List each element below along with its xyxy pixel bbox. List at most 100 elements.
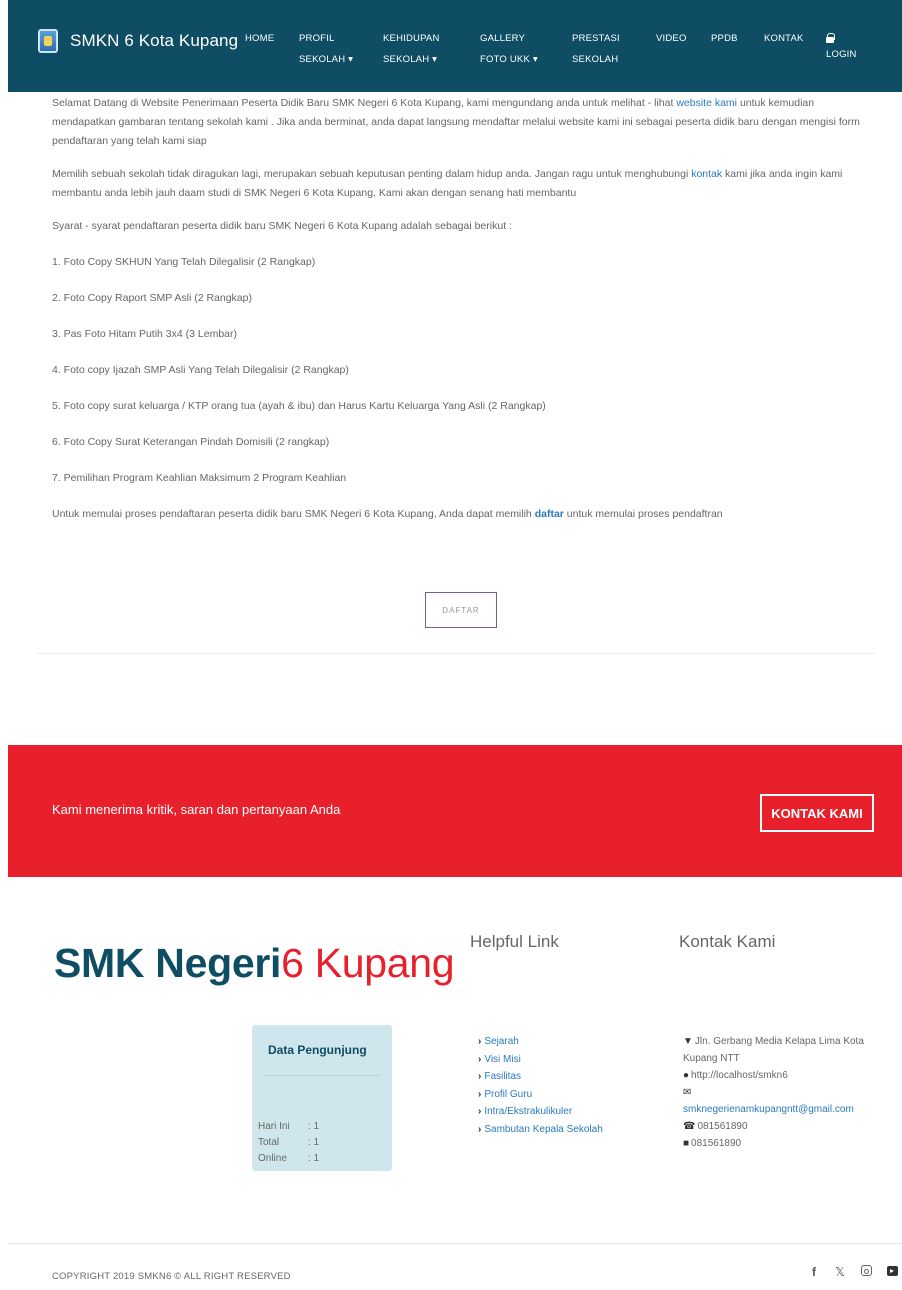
nav-gallery-label-2: FOTO UKK ▾ <box>480 54 538 65</box>
visitor-row-total: Total : 1 <box>258 1137 319 1148</box>
intro-paragraph: Selamat Datang di Website Penerimaan Pes… <box>52 94 874 151</box>
social-links: f 𝕏 <box>808 1265 898 1279</box>
contact-email: smknegerienamkupangntt@gmail.com <box>683 1101 883 1118</box>
top-navbar: SMKN 6 Kota Kupang HOME PROFIL SEKOLAH ▾… <box>8 0 902 92</box>
footer-link-fasilitas[interactable]: › Fasilitas <box>478 1068 603 1086</box>
nav-prestasi-label: PRESTASI <box>572 33 620 44</box>
daftar-link[interactable]: daftar <box>535 508 564 520</box>
nav-profil-sekolah[interactable]: PROFIL SEKOLAH ▾ <box>299 28 353 70</box>
instagram-icon[interactable] <box>860 1265 872 1279</box>
kontak-kami-title: Kontak Kami <box>679 932 776 951</box>
footer-link-intra-ekstra[interactable]: › Intra/Ekstrakulikuler <box>478 1103 603 1121</box>
contact-address-text: Jln. Gerbang Media Kelapa Lima Kota Kupa… <box>683 1036 864 1064</box>
facebook-icon[interactable]: f <box>808 1265 820 1279</box>
content-divider <box>36 653 876 654</box>
main-content: Selamat Datang di Website Penerimaan Pes… <box>52 94 874 541</box>
brand-name: SMKN 6 Kota Kupang <box>70 31 239 50</box>
requirements-heading: Syarat - syarat pendaftaran peserta didi… <box>52 220 512 232</box>
contact-phone-text: 081561890 <box>697 1121 748 1132</box>
kontak-kami-button[interactable]: KONTAK KAMI <box>760 794 874 832</box>
contact-email-row: ✉ <box>683 1084 883 1101</box>
visitor-value: : 1 <box>308 1121 320 1132</box>
contact-fax-text: 081561890 <box>691 1138 742 1149</box>
requirement-item: 2. Foto Copy Raport SMP Asli (2 Rangkap) <box>52 292 252 304</box>
nav-home-label: HOME <box>245 33 275 44</box>
closing-paragraph: Untuk memulai proses pendaftaran peserta… <box>52 505 874 524</box>
nav-prestasi-label-2: SEKOLAH <box>572 54 619 65</box>
footer-link-label: Sejarah <box>484 1036 519 1047</box>
nav-gallery-foto-ukk[interactable]: GALLERY FOTO UKK ▾ <box>480 28 538 70</box>
visitor-row-online: Online: 1 <box>258 1153 319 1164</box>
visitor-row-today: Hari Ini : 1 <box>258 1121 319 1132</box>
contact-cta-banner: Kami menerima kritik, saran dan pertanya… <box>8 745 902 877</box>
visitor-label: Hari Ini <box>258 1121 290 1132</box>
brand[interactable]: SMKN 6 Kota Kupang <box>38 29 238 53</box>
twitter-icon[interactable]: 𝕏 <box>834 1265 846 1279</box>
second-paragraph: Memilih sebuah sekolah tidak diragukan l… <box>52 165 874 203</box>
nav-login-label: LOGIN <box>826 49 857 60</box>
fax-icon: ■ <box>683 1138 690 1149</box>
youtube-icon[interactable] <box>886 1265 898 1279</box>
chevron-right-icon: › <box>478 1071 482 1082</box>
visitor-label: Total <box>258 1137 280 1148</box>
visitor-divider <box>264 1075 380 1076</box>
visitor-value: : 1 <box>308 1137 320 1148</box>
contact-info: ▼ Jln. Gerbang Media Kelapa Lima Kota Kup… <box>683 1033 883 1152</box>
footer-logo: SMK Negeri6 Kupang <box>54 940 455 987</box>
footer-link-sambutan[interactable]: › Sambutan Kepala Sekolah <box>478 1121 603 1139</box>
footer-link-visi-misi[interactable]: › Visi Misi <box>478 1051 603 1069</box>
footer-logo-light: 6 Kupang <box>281 940 455 986</box>
map-marker-icon: ▼ <box>683 1036 693 1047</box>
nav-login[interactable]: LOGIN <box>826 33 857 63</box>
nav-profil-label: PROFIL <box>299 33 335 44</box>
website-kami-link[interactable]: website kami <box>676 97 737 109</box>
contact-address: ▼ Jln. Gerbang Media Kelapa Lima Kota Kup… <box>683 1033 883 1067</box>
footer-link-label: Fasilitas <box>484 1071 522 1082</box>
contact-email-link[interactable]: smknegerienamkupangntt@gmail.com <box>683 1104 854 1115</box>
nav-kehidupan-label-2: SEKOLAH ▾ <box>383 54 438 65</box>
nav-kontak[interactable]: KONTAK <box>764 28 804 49</box>
requirement-item: 7. Pemilihan Program Keahlian Maksimum 2… <box>52 472 347 484</box>
nav-ppdb[interactable]: PPDB <box>711 28 738 49</box>
footer-logo-bold: SMK Negeri <box>54 940 282 986</box>
footer-link-profil-guru[interactable]: › Profil Guru <box>478 1086 603 1104</box>
requirement-item: 6. Foto Copy Surat Keterangan Pindah Dom… <box>52 436 330 448</box>
cta-text: Kami menerima kritik, saran dan pertanya… <box>52 802 341 817</box>
intro-text-a: Selamat Datang di Website Penerimaan Pes… <box>52 97 677 109</box>
copyright-text: COPYRIGHT 2019 SMKN6 © ALL RIGHT RESERVE… <box>52 1271 291 1282</box>
nav-prestasi-sekolah[interactable]: PRESTASI SEKOLAH <box>572 28 620 70</box>
chevron-right-icon: › <box>478 1106 482 1117</box>
contact-fax: ■ 081561890 <box>683 1135 883 1152</box>
footer-link-label: Profil Guru <box>484 1088 533 1100</box>
chevron-right-icon: › <box>478 1053 482 1065</box>
footer-link-label: Visi Misi <box>484 1053 521 1065</box>
nav-kehidupan-sekolah[interactable]: KEHIDUPAN SEKOLAH ▾ <box>383 28 440 70</box>
visitor-label: Online <box>258 1153 287 1164</box>
kontak-link[interactable]: kontak <box>691 168 722 180</box>
closing-text-b: untuk memulai proses pendaftran <box>563 508 723 520</box>
nav-ppdb-label: PPDB <box>711 33 738 44</box>
visitor-stats-title: Data Pengunjung <box>268 1043 367 1057</box>
chevron-right-icon: › <box>478 1036 482 1047</box>
phone-icon: ☎ <box>683 1121 696 1132</box>
nav-profil-label-2: SEKOLAH ▾ <box>299 54 354 65</box>
contact-website-link[interactable]: http://localhost/smkn6 <box>691 1070 788 1081</box>
footer-divider <box>8 1243 902 1244</box>
nav-kontak-label: KONTAK <box>764 33 804 44</box>
helpful-links-list: › Sejarah › Visi Misi › Fasilitas › Profil G… <box>478 1033 603 1138</box>
nav-video-label: VIDEO <box>656 33 687 44</box>
contact-phone: ☎ 081561890 <box>683 1118 883 1135</box>
closing-text-a: Untuk memulai proses pendaftaran peserta… <box>52 508 535 520</box>
contact-website: ● http://localhost/smkn6 <box>683 1067 883 1084</box>
nav-home[interactable]: HOME <box>245 28 274 49</box>
lock-icon <box>826 33 835 43</box>
school-logo-icon <box>38 29 58 53</box>
nav-video[interactable]: VIDEO <box>656 28 687 49</box>
para2-text-a: Memilih sebuah sekolah tidak diragukan l… <box>52 168 692 180</box>
daftar-button[interactable]: DAFTAR <box>425 592 497 628</box>
chevron-right-icon: › <box>478 1088 482 1100</box>
footer-link-sejarah[interactable]: › Sejarah <box>478 1033 603 1051</box>
helpful-link-title: Helpful Link <box>470 932 559 951</box>
nav-gallery-label: GALLERY <box>480 33 526 44</box>
chevron-right-icon: › <box>478 1123 482 1135</box>
